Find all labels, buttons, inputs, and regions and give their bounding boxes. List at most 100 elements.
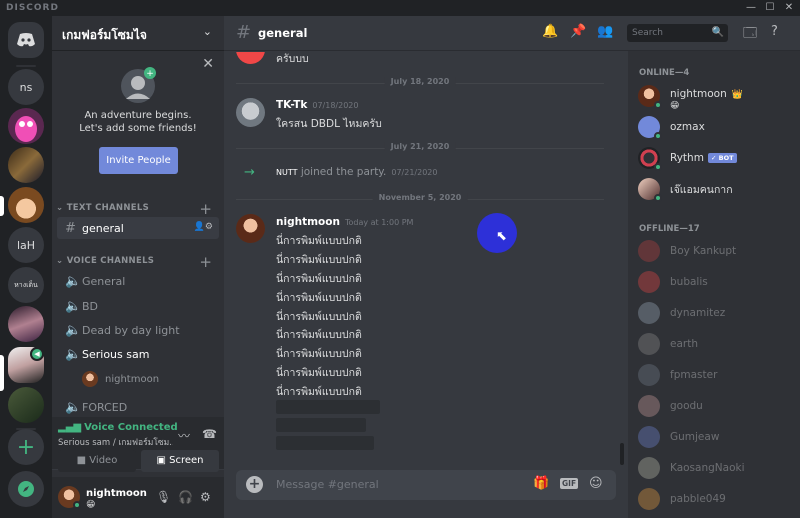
avatar[interactable] — [236, 52, 265, 64]
pin-icon[interactable]: 📌 — [570, 24, 586, 39]
message-composer[interactable]: + Message #general 🎁 GIF ☺ — [236, 470, 616, 500]
online-status-dot — [654, 163, 662, 171]
voice-channel-serious-sam[interactable]: 🔈 Serious sam — [57, 343, 219, 365]
member-item[interactable]: ozmax — [638, 114, 798, 140]
category-text-channels[interactable]: ⌄ TEXT CHANNELS — [56, 203, 149, 213]
message-text: ใครสน DBDL ไหมครับ — [276, 118, 382, 130]
user-name: nightmoon — [86, 488, 147, 499]
voice-channel-general[interactable]: 🔈 General — [57, 270, 219, 292]
home-button[interactable] — [8, 22, 44, 58]
member-item[interactable]: goodu — [638, 393, 798, 419]
voice-channel-dbd[interactable]: 🔈 Dead by day light — [57, 319, 219, 341]
member-status-emoji: 😁 — [670, 100, 680, 111]
search-input[interactable]: Search 🔍 — [627, 24, 728, 42]
guild-anime-girl[interactable] — [8, 187, 44, 223]
help-icon[interactable]: ? — [771, 24, 778, 39]
disconnect-icon[interactable]: ☎ — [202, 427, 217, 441]
member-item[interactable]: earth — [638, 331, 798, 357]
voice-channel-forced[interactable]: 🔈 FORCED — [57, 396, 219, 418]
emoji-icon[interactable]: ☺ — [589, 476, 603, 491]
upload-plus-icon[interactable]: + — [246, 476, 263, 493]
spoiler-block[interactable] — [276, 436, 374, 450]
guild-pink-character[interactable] — [8, 108, 44, 144]
online-status-dot — [73, 501, 81, 509]
guild-game[interactable] — [8, 387, 44, 423]
member-item[interactable]: Rythm ✓ BOT — [638, 145, 798, 171]
inbox-icon[interactable]: 🗔 — [743, 24, 757, 46]
channel-title: general — [258, 26, 308, 40]
message-author[interactable]: nightmoon Today at 1:00 PM — [276, 216, 413, 228]
member-name: pabble049 — [670, 493, 726, 505]
guild-thai[interactable]: หางเต็น — [8, 267, 44, 303]
maximize-button[interactable]: ☐ — [762, 1, 778, 15]
selected-guild-pill — [0, 196, 4, 216]
speaker-icon: 🔈 — [65, 399, 82, 415]
category-label: VOICE CHANNELS — [66, 256, 155, 266]
member-item[interactable]: dynamitez — [638, 300, 798, 326]
avatar — [638, 116, 662, 140]
guild-dark-art[interactable] — [8, 147, 44, 183]
minimize-button[interactable]: — — [743, 1, 759, 15]
message-timestamp: 07/21/2020 — [391, 168, 438, 177]
add-channel-icon[interactable]: + — [199, 202, 212, 217]
avatar — [82, 371, 98, 387]
member-item[interactable]: Gumjeaw — [638, 424, 798, 450]
video-button[interactable]: ■ Video — [58, 450, 136, 472]
message-line: นี่การพิมพ์แบบปกติ — [276, 311, 362, 323]
avatar[interactable] — [236, 98, 265, 127]
member-name: bubalis — [670, 276, 708, 288]
gif-button[interactable]: GIF — [560, 478, 579, 489]
member-name: เจ๊แอมคนกาก — [670, 183, 733, 196]
screen-share-button[interactable]: ▣ Screen — [141, 450, 219, 472]
voice-subtitle[interactable]: Serious sam / เกมฟอร์มโซม... — [58, 435, 173, 449]
invite-people-button[interactable]: Invite People — [99, 147, 178, 174]
gift-icon[interactable]: 🎁 — [533, 476, 549, 491]
member-item[interactable]: pabble049 — [638, 486, 798, 512]
voice-channel-bd[interactable]: 🔈 BD — [57, 295, 219, 317]
member-name: KaosangNaoki — [670, 462, 745, 474]
system-message: NUTT joined the party. 07/21/2020 — [276, 166, 437, 178]
avatar[interactable] — [236, 214, 265, 243]
system-text: joined the party. — [300, 166, 387, 178]
guild-ns[interactable]: ns — [8, 69, 44, 105]
member-item[interactable]: เจ๊แอมคนกาก — [638, 176, 798, 202]
user-panel: nightmoon 😁 🎙 🎧 ⚙ — [52, 477, 224, 518]
avatar — [638, 147, 662, 171]
speaker-icon: 🔈 — [65, 298, 82, 314]
members-icon[interactable]: 👥 — [597, 24, 613, 39]
channel-actions-icon[interactable]: 👤⚙ — [194, 222, 213, 232]
member-item[interactable]: bubalis — [638, 269, 798, 295]
spoiler-block[interactable] — [276, 400, 380, 414]
channel-label: BD — [82, 299, 99, 313]
channel-general[interactable]: # general 👤⚙ — [57, 217, 219, 239]
server-header[interactable]: เกมฟอร์มโซมไจ ⌄ — [52, 16, 224, 51]
add-channel-icon[interactable]: + — [199, 255, 212, 270]
bell-icon[interactable]: 🔔 — [542, 24, 558, 39]
explore-button[interactable] — [8, 471, 44, 507]
voice-user[interactable]: nightmoon — [82, 369, 159, 389]
guild-lah[interactable]: laH — [8, 227, 44, 263]
message-input[interactable]: Message #general — [276, 478, 379, 491]
close-icon[interactable]: ✕ — [202, 56, 214, 72]
message-author[interactable]: TK-Tk 07/18/2020 — [276, 99, 358, 111]
member-item[interactable]: nightmoon 👑 😁 — [638, 83, 798, 111]
member-item[interactable]: fpmaster — [638, 362, 798, 388]
message-timestamp: 07/18/2020 — [312, 101, 359, 110]
scrollbar-thumb[interactable] — [620, 443, 624, 465]
title-bar: DISCORD — ☐ ✕ — [0, 0, 800, 16]
member-item[interactable]: KaosangNaoki — [638, 455, 798, 481]
system-user[interactable]: NUTT — [276, 168, 297, 177]
add-server-button[interactable]: + — [8, 429, 44, 465]
guild-portrait[interactable] — [8, 306, 44, 342]
microphone-icon[interactable]: 🎙 — [156, 490, 171, 504]
member-item[interactable]: Boy Kankupt — [638, 238, 798, 264]
noise-suppression-icon[interactable]: 〰 — [178, 427, 190, 444]
search-placeholder: Search — [632, 28, 663, 38]
headphones-icon[interactable]: 🎧 — [178, 490, 193, 504]
avatar — [638, 178, 662, 202]
spoiler-block[interactable] — [276, 418, 366, 432]
close-window-button[interactable]: ✕ — [781, 1, 797, 15]
gear-icon[interactable]: ⚙ — [200, 490, 211, 504]
category-voice-channels[interactable]: ⌄ VOICE CHANNELS — [56, 256, 154, 266]
avatar — [638, 457, 660, 479]
